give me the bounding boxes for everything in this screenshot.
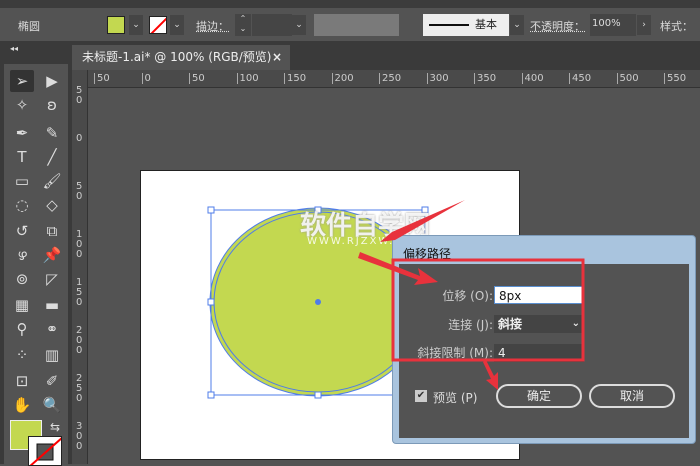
- join-label: 连接 (J):: [448, 318, 493, 332]
- dialog-title: 偏移路径: [403, 247, 452, 261]
- miter-limit-input[interactable]: 4: [494, 344, 584, 362]
- offset-path-dialog: 偏移路径 位移 (O): 8px 连接 (J): 斜接 ⌄ 斜接限制 (M): 4…: [392, 235, 696, 444]
- ok-button[interactable]: 确定: [496, 384, 582, 408]
- chevron-down-icon: ⌄: [571, 318, 580, 329]
- offset-input[interactable]: 8px: [494, 286, 584, 304]
- offset-label: 位移 (O):: [442, 289, 493, 303]
- join-select[interactable]: 斜接 ⌄: [494, 315, 584, 333]
- preview-label: 预览 (P): [433, 391, 478, 405]
- cancel-button[interactable]: 取消: [589, 384, 675, 408]
- preview-checkbox[interactable]: ✔: [415, 390, 427, 402]
- center-point: [315, 299, 321, 305]
- dialog-body: 位移 (O): 8px 连接 (J): 斜接 ⌄ 斜接限制 (M): 4 ✔ 预览…: [399, 264, 689, 438]
- miter-limit-label: 斜接限制 (M):: [417, 346, 493, 360]
